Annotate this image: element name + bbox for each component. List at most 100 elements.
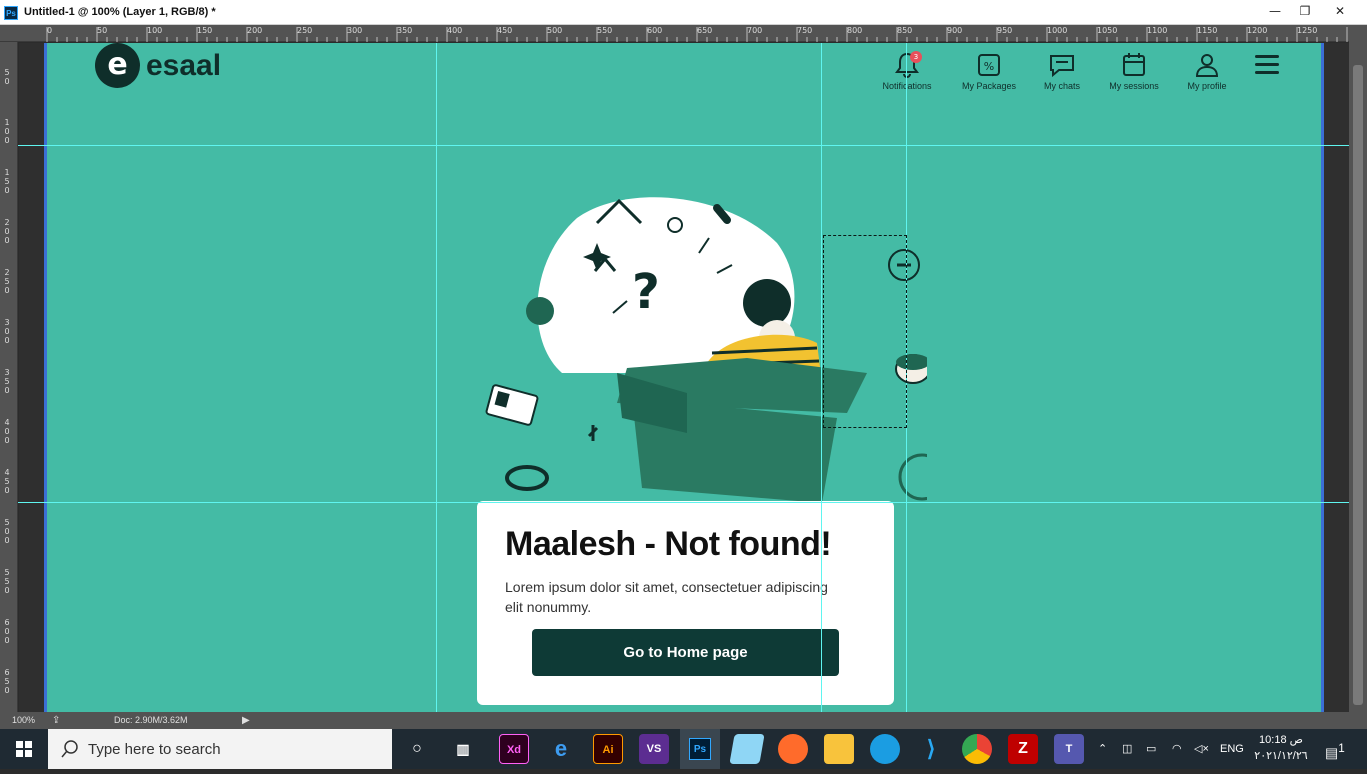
volume-icon[interactable]: ◁× [1194, 729, 1209, 769]
logo-text: esaal [146, 48, 222, 82]
share-icon[interactable]: ⇪ [52, 712, 60, 729]
nav-label: Notifications [882, 81, 932, 91]
ruler-label: 1050 [1097, 26, 1118, 35]
filezilla-icon[interactable]: Z [1008, 734, 1038, 764]
nav-my-sessions[interactable]: My sessions [1094, 51, 1174, 91]
vertical-guide[interactable] [821, 43, 822, 712]
vertical-scrollbar[interactable] [1349, 25, 1367, 712]
ruler-label: 3 0 0 [4, 318, 10, 345]
top-ruler[interactable]: 0 50 100 150 200 250 300 350 400 450 500… [0, 25, 1367, 42]
ruler-label: 250 [297, 26, 313, 35]
doc-size: Doc: 2.90M/3.62M [114, 715, 188, 725]
ruler-label: 550 [597, 26, 613, 35]
menu-icon[interactable] [1255, 55, 1279, 75]
card-description: Lorem ipsum dolor sit amet, consectetuer… [505, 579, 828, 615]
visual-studio-icon[interactable]: VS [639, 734, 669, 764]
meet-now-icon[interactable]: ◫ [1122, 729, 1132, 769]
photoshop-taskbar-item[interactable]: Ps [680, 729, 720, 769]
nav-label: My Packages [961, 81, 1017, 91]
horizontal-guide[interactable] [18, 145, 1349, 146]
windows-logo-icon [16, 741, 32, 757]
photoshop-icon: Ps [4, 6, 18, 20]
go-home-button[interactable]: Go to Home page [532, 629, 839, 676]
ruler-label: 700 [747, 26, 763, 35]
vertical-guide[interactable] [436, 43, 437, 712]
close-button[interactable]: ✕ [1318, 0, 1362, 22]
sticky-notes-icon[interactable] [729, 734, 765, 764]
ruler-label: 350 [397, 26, 413, 35]
ruler-label: 2 5 0 [4, 268, 10, 295]
nav-label: My sessions [1109, 81, 1159, 91]
ruler-label: 1250 [1297, 26, 1318, 35]
adobe-xd-icon[interactable]: Xd [499, 734, 529, 764]
restore-button[interactable]: ❐ [1288, 0, 1322, 22]
start-button[interactable] [0, 729, 48, 769]
nav-label: My profile [1187, 81, 1227, 91]
zoom-level[interactable]: 100% [12, 712, 35, 729]
title-bar: Ps Untitled-1 @ 100% (Layer 1, RGB/8) * … [0, 0, 1367, 25]
firefox-icon[interactable] [778, 734, 808, 764]
taskbar-search[interactable]: Type here to search [48, 729, 392, 769]
ruler-label: 650 [697, 26, 713, 35]
search-placeholder: Type here to search [88, 741, 221, 758]
cortana-icon[interactable]: ○ [402, 734, 432, 764]
ruler-label: 1 5 0 [4, 168, 10, 195]
ruler-label: 100 [147, 26, 163, 35]
esaal-logo: e esaal [95, 43, 221, 88]
calendar-icon [1094, 51, 1174, 81]
action-center-icon[interactable]: ▤1 [1325, 729, 1345, 773]
minimize-button[interactable]: — [1258, 0, 1292, 22]
ruler-label: 5 0 [4, 68, 10, 86]
ruler-label: 5 0 0 [4, 518, 10, 545]
left-ruler[interactable]: 5 0 1 0 0 1 5 0 2 0 0 2 5 0 3 0 0 3 5 0 … [0, 42, 18, 712]
ruler-label: 1100 [1147, 26, 1168, 35]
notification-badge: 3 [910, 51, 922, 63]
ruler-label: 900 [947, 26, 963, 35]
horizontal-guide[interactable] [18, 502, 1349, 503]
file-explorer-icon[interactable] [824, 734, 854, 764]
ruler-label: 450 [497, 26, 513, 35]
teams-icon[interactable]: T [1054, 734, 1084, 764]
ruler-label: 600 [647, 26, 663, 35]
ruler-label: 50 [97, 26, 108, 35]
ruler-label: 800 [847, 26, 863, 35]
nav-my-chats[interactable]: My chats [1022, 51, 1102, 91]
chat-icon [1022, 51, 1102, 81]
language-indicator[interactable]: ENG [1220, 729, 1244, 769]
clock-date: ٢٠٢١/١٢/٢٦ [1254, 750, 1308, 762]
ruler-label: 6 5 0 [4, 668, 10, 695]
wifi-icon[interactable]: ◠ [1172, 729, 1182, 769]
ruler-label: 0 [47, 26, 53, 35]
ruler-label: 1150 [1197, 26, 1218, 35]
nav-my-profile[interactable]: My profile [1167, 51, 1247, 91]
nav-my-packages[interactable]: % My Packages [949, 51, 1029, 91]
user-icon [1167, 51, 1247, 81]
vscode-icon[interactable]: ⟩ [916, 734, 946, 764]
clock-time: 10:18 ص [1259, 734, 1303, 746]
scrollbar-thumb[interactable] [1353, 65, 1363, 705]
document-canvas[interactable]: e esaal 3 Notifications % My Packages My… [44, 43, 1324, 712]
chrome-icon[interactable] [962, 734, 992, 764]
ruler-label: 400 [447, 26, 463, 35]
battery-icon[interactable]: ▭ [1146, 729, 1156, 769]
ruler-label: 4 5 0 [4, 468, 10, 495]
package-icon: % [949, 51, 1029, 81]
ruler-label: 850 [897, 26, 913, 35]
tray-expand-icon[interactable]: ⌃ [1098, 729, 1107, 769]
not-found-card: Maalesh - Not found! Lorem ipsum dolor s… [477, 501, 894, 705]
task-view-icon[interactable]: ▥ [448, 734, 478, 764]
marquee-selection[interactable] [823, 235, 907, 428]
ruler-label: 750 [797, 26, 813, 35]
nav-notifications[interactable]: 3 Notifications [867, 51, 947, 91]
status-arrow-icon[interactable]: ▶ [242, 712, 250, 729]
internet-explorer-icon[interactable]: e [546, 734, 576, 764]
document-title: Untitled-1 @ 100% (Layer 1, RGB/8) * [24, 6, 216, 18]
ruler-label: 200 [247, 26, 263, 35]
ruler-label: 5 5 0 [4, 568, 10, 595]
edge-icon[interactable] [870, 734, 900, 764]
illustrator-icon[interactable]: Ai [593, 734, 623, 764]
taskbar-clock[interactable]: 10:18 ص ٢٠٢١/١٢/٢٦ [1250, 732, 1312, 764]
ruler-label: 1000 [1047, 26, 1068, 35]
photoshop-icon: Ps [689, 738, 711, 761]
action-center-badge: 1 [1338, 742, 1345, 755]
